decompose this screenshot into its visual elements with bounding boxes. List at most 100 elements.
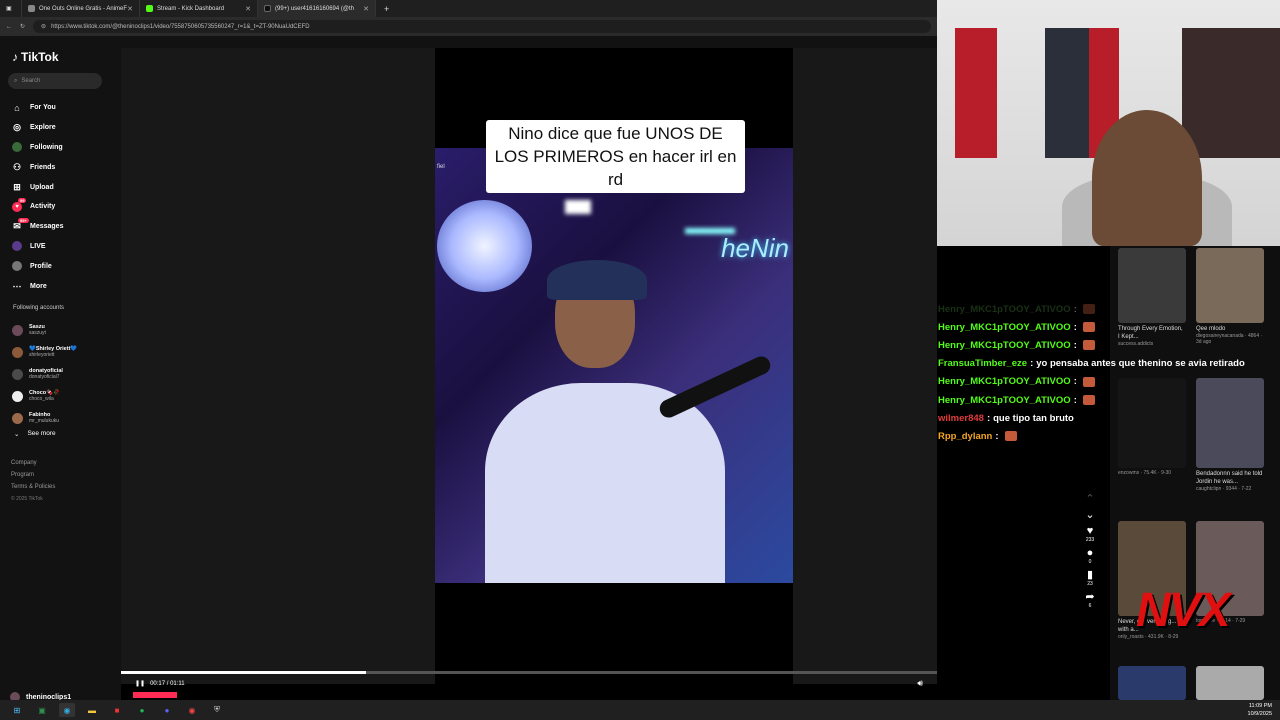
search-icon: ⌕ xyxy=(14,77,18,84)
activity-icon: ♥ xyxy=(12,201,22,212)
chat-separator: : xyxy=(1073,303,1077,315)
chat-username[interactable]: Rpp_dylann xyxy=(938,431,992,442)
nav-item-explore[interactable]: ◎ Explore xyxy=(12,118,116,138)
tab-title: (99+) user41616160694 (@th xyxy=(275,5,354,12)
chat-separator: : xyxy=(1030,358,1034,370)
chat-message: Rpp_dylann: xyxy=(938,427,1268,445)
account-item[interactable]: donatyoficial donatyoficial7 xyxy=(12,363,77,385)
scene-person-cap xyxy=(547,260,647,300)
browser-tab[interactable]: Stream - Kick Dashboard ✕ xyxy=(140,0,258,17)
new-tab-button[interactable]: + xyxy=(384,4,389,14)
account-handle: choco_wila xyxy=(29,396,54,402)
spotify-icon[interactable]: ● xyxy=(134,703,150,717)
search-input[interactable]: ⌕ Search xyxy=(8,73,102,89)
account-item[interactable]: Saszu saszuyt xyxy=(12,319,77,341)
close-tab-icon[interactable]: ✕ xyxy=(245,5,251,13)
video-actions: ⌃ ⌄ ♥ 233 ● 0 ▮ 23 ➦ 6 xyxy=(1080,493,1100,613)
sidebar: ♪ TikTok ⌕ Search ⌂ For You ◎ Explore Follow… xyxy=(0,36,121,700)
browser-tabbar: ▣ One Outs Online Gratis - AnimeF ✕ Strea… xyxy=(0,0,937,17)
footer-company-link[interactable]: Company xyxy=(11,457,55,469)
reload-icon[interactable]: ↻ xyxy=(20,23,25,30)
scroll-up-button[interactable]: ⌃ xyxy=(1080,493,1100,505)
video-progress-bar[interactable] xyxy=(121,671,937,674)
file-explorer-icon[interactable]: ▬ xyxy=(84,703,100,717)
window-menu-button[interactable]: ▣ xyxy=(0,0,22,17)
like-button[interactable]: ♥ 233 xyxy=(1080,525,1100,543)
volume-icon[interactable]: 🔊︎ xyxy=(917,678,923,689)
nav-item-messages[interactable]: ✉ 99+ Messages xyxy=(12,217,116,237)
browser-tab[interactable]: One Outs Online Gratis - AnimeF ✕ xyxy=(22,0,140,17)
account-handle: saszuyt xyxy=(29,330,46,336)
chat-username[interactable]: Henry_MKC1pTOOY_ATIVOO xyxy=(938,340,1071,351)
site-info-icon: ⊜ xyxy=(41,24,47,30)
clock-date: 10/9/2025 xyxy=(1247,711,1272,717)
app-icon[interactable]: ■ xyxy=(109,703,125,717)
close-tab-icon[interactable]: ✕ xyxy=(363,5,369,13)
browser-tab-active[interactable]: (99+) user41616160694 (@th ✕ xyxy=(258,0,376,17)
chat-username[interactable]: Henry_MKC1pTOOY_ATIVOO xyxy=(938,395,1071,406)
back-icon[interactable]: ← xyxy=(6,24,12,30)
activity-badge: 99 xyxy=(18,197,27,203)
account-handle: donatyoficial7 xyxy=(29,374,60,380)
nav-item-activity[interactable]: ♥ 99 Activity xyxy=(12,197,116,217)
comment-button[interactable]: ● 0 xyxy=(1080,547,1100,565)
nav-item-profile[interactable]: Profile xyxy=(12,256,116,276)
comment-count: 0 xyxy=(1088,559,1092,565)
save-button[interactable]: ▮ 23 xyxy=(1080,569,1100,587)
close-tab-icon[interactable]: ✕ xyxy=(127,5,133,13)
save-count: 23 xyxy=(1087,581,1093,587)
nav-item-for-you[interactable]: ⌂ For You xyxy=(12,98,116,118)
account-item[interactable]: 💙Shirley Oriett💙 shirleyoriett xyxy=(12,341,77,363)
url-field[interactable]: ⊜ https://www.tiktok.com/@theninoclips1/v… xyxy=(33,20,931,33)
see-more-button[interactable]: ⌄ See more xyxy=(14,430,56,438)
chat-username[interactable]: Henry_MKC1pTOOY_ATIVOO xyxy=(938,304,1071,315)
share-count: 6 xyxy=(1088,603,1092,609)
more-icon: ⋯ xyxy=(12,280,22,291)
nav-item-live[interactable]: LIVE xyxy=(12,237,116,257)
windows-start-icon[interactable]: ⊞ xyxy=(9,703,25,717)
chat-separator: : xyxy=(1073,321,1077,333)
nav-item-more[interactable]: ⋯ More xyxy=(12,276,116,296)
video-caption: Nino dice que fue UNOS DE LOS PRIMEROS e… xyxy=(486,120,745,193)
like-count: 233 xyxy=(1085,537,1095,543)
bookmark-icon: ▮ xyxy=(1086,569,1094,581)
footer-terms-link[interactable]: Terms & Policies xyxy=(11,481,55,493)
avatar xyxy=(12,390,23,402)
chat-message: FransuaTimber_eze: yo pensaba antes que t… xyxy=(938,355,1268,373)
tiktok-logo[interactable]: ♪ TikTok xyxy=(12,50,59,64)
discord-icon[interactable]: ● xyxy=(159,703,175,717)
edge-browser-icon[interactable]: ◉ xyxy=(59,703,75,717)
url-text: https://www.tiktok.com/@theninoclips1/vi… xyxy=(51,23,310,30)
chat-username[interactable]: Henry_MKC1pTOOY_ATIVOO xyxy=(938,322,1071,333)
chat-emote-icon xyxy=(1082,376,1095,387)
chrome-icon[interactable]: ◉ xyxy=(184,703,200,717)
account-item[interactable]: Fabinho mr_mulukuku xyxy=(12,407,77,429)
nav-label: Explore xyxy=(30,124,56,132)
shield-icon[interactable]: ⛨ xyxy=(209,703,225,717)
share-button[interactable]: ➦ 6 xyxy=(1080,591,1100,609)
chat-message: Henry_MKC1pTOOY_ATIVOO: xyxy=(938,373,1268,391)
system-clock[interactable]: 11:09 PM 10/9/2025 xyxy=(1248,702,1272,718)
chat-emote-icon xyxy=(1082,340,1095,351)
rec-video-card[interactable] xyxy=(1196,666,1264,700)
account-item[interactable]: Choco🍫🥀 choco_wila xyxy=(12,385,77,407)
chat-username[interactable]: Henry_MKC1pTOOY_ATIVOO xyxy=(938,376,1071,387)
chat-username[interactable]: FransuaTimber_eze xyxy=(938,358,1027,369)
nav-item-following[interactable]: Following xyxy=(12,138,116,158)
chat-emote-icon xyxy=(1082,304,1095,315)
webcam-overlay xyxy=(937,0,1280,246)
desktop-app-icon[interactable]: ▣ xyxy=(34,703,50,717)
pause-icon[interactable]: ❚❚ xyxy=(135,680,145,687)
chat-separator: : xyxy=(986,412,991,424)
rec-video-card[interactable] xyxy=(1118,666,1186,700)
scroll-down-button[interactable]: ⌄ xyxy=(1080,509,1100,521)
video-player[interactable]: fiel heNin Nino dice que fue UNOS DE LOS… xyxy=(121,48,937,700)
footer-program-link[interactable]: Program xyxy=(11,469,55,481)
nav-item-friends[interactable]: ⚇ Friends xyxy=(12,157,116,177)
nav-item-upload[interactable]: ⊞ Upload xyxy=(12,177,116,197)
video-frame[interactable]: fiel heNin Nino dice que fue UNOS DE LOS… xyxy=(435,48,793,684)
chat-username[interactable]: wilmer848 xyxy=(938,413,984,424)
follow-button[interactable] xyxy=(133,692,177,698)
avatar xyxy=(12,368,23,380)
avatar xyxy=(12,346,23,358)
